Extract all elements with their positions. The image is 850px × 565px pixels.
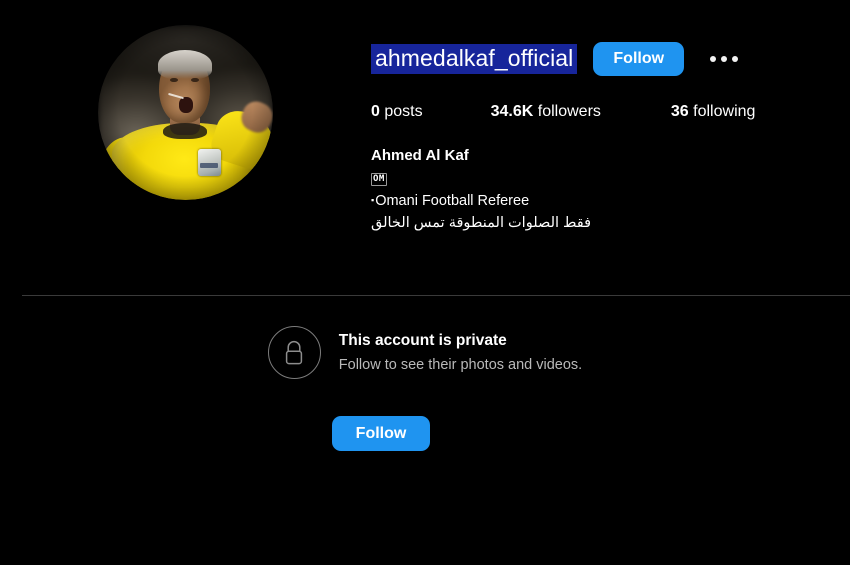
profile-info: ahmedalkaf_official Follow 0 posts 34.6K… [371,25,838,234]
stat-posts: 0 posts [371,103,423,121]
more-dot-1 [710,56,717,62]
posts-label: posts [384,103,423,120]
bio-arabic-line: فقط الصلوات المنطوقة تمس الخالق [371,215,592,231]
bio-occupation-line: ▪Omani Football Referee [371,190,838,212]
stat-followers[interactable]: 34.6K followers [491,103,601,121]
follow-button-top[interactable]: Follow [593,42,685,76]
username-row: ahmedalkaf_official Follow [371,41,838,77]
avatar-vignette [98,25,273,200]
followers-label: followers [537,103,601,120]
private-title: This account is private [338,331,507,349]
bio-full-name: Ahmed Al Kaf [371,147,469,164]
profile-header: ahmedalkaf_official Follow 0 posts 34.6K… [98,25,838,234]
lock-icon [267,326,321,379]
bio-flag-line: OM [371,169,838,190]
username-text[interactable]: ahmedalkaf_official [371,44,578,74]
following-count: 36 [670,103,689,120]
following-label: following [693,103,756,120]
private-text-block: This account is private Follow to see th… [339,330,582,376]
stat-following[interactable]: 36 following [671,103,756,121]
private-subtitle: Follow to see their photos and videos. [338,356,583,373]
section-divider [22,295,850,296]
avatar[interactable] [98,25,273,200]
oman-flag-icon: OM [371,173,387,186]
lock-glyph [286,340,303,364]
more-dot-3 [732,56,739,62]
private-notice-row: This account is private Follow to see th… [267,326,582,379]
bullet-icon: ▪ [371,195,375,205]
stats-row: 0 posts 34.6K followers 36 following [371,103,838,121]
posts-count: 0 [371,103,380,120]
followers-count: 34.6K [490,103,534,120]
more-dot-2 [721,56,728,62]
more-options-icon[interactable] [706,50,742,68]
private-account-section: This account is private Follow to see th… [0,326,850,451]
avatar-photo [98,25,273,200]
bio-occupation: Omani Football Referee [375,193,530,209]
follow-button-bottom[interactable]: Follow [331,416,431,451]
bio: Ahmed Al Kaf OM ▪Omani Football Referee … [371,145,838,234]
